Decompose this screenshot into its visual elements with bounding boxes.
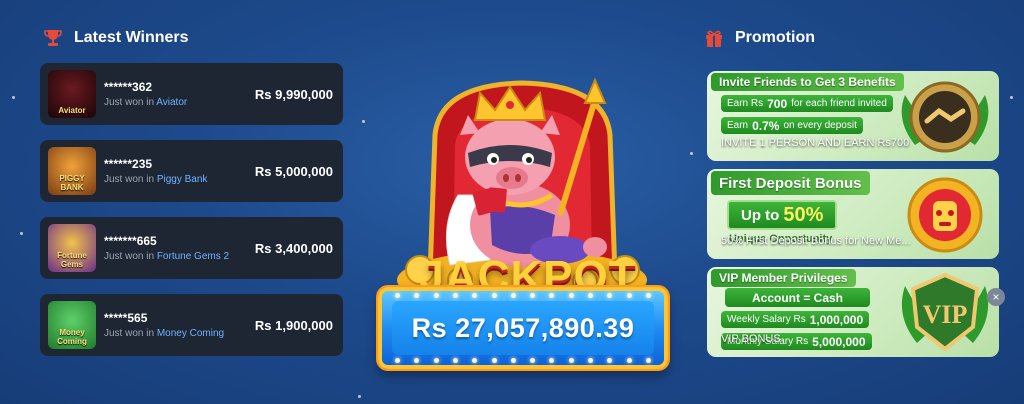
latest-winners-title: Latest Winners [74,29,189,46]
sparkle [20,232,23,235]
promo-card-vip[interactable]: VIP Member Privileges Account = Cash Wee… [707,267,999,357]
promo-caption: INVITE 1 PERSON AND EARN Rs700 [721,137,910,149]
gift-icon [703,27,725,49]
promo-caption: VIP BONUS [721,333,781,345]
winner-row[interactable]: PIGGY BANK ******235 Just won in Piggy B… [40,140,343,202]
promo-heading: VIP Member Privileges [711,269,856,287]
winner-username: *******665 [104,234,157,248]
winner-username: *****565 [104,311,148,325]
jackpot-amount: Rs 27,057,890.39 [392,301,654,355]
promo-card-invite[interactable]: Invite Friends to Get 3 Benefits Earn Rs… [707,71,999,161]
promo-vip-pill: Weekly Salary Rs 1,000,000 [721,311,870,328]
winner-subtitle: Just won in Money Coming [104,328,225,339]
aviator-game-thumbnail: Aviator [48,70,96,118]
thumb-label: Aviator [58,106,86,115]
promo-heading: First Deposit Bonus [711,171,870,195]
winner-subtitle: Just won in Piggy Bank [104,174,208,185]
win-amount: Rs 9,990,000 [254,86,333,102]
promotion-header: Promotion [703,27,815,49]
winner-subtitle: Just won in Aviator [104,97,188,108]
promo-benefit-pill: Earn 0.7% on every deposit [721,117,863,134]
game-name: Aviator [156,97,188,108]
close-icon[interactable]: × [987,288,1005,306]
promo-card-first-deposit[interactable]: First Deposit Bonus Up to 50% Unique Oppo… [707,169,999,259]
thumb-label: Money Coming [57,328,87,346]
sparkle [1010,96,1013,99]
thumb-label: Fortune Gems [57,251,87,269]
win-amount: Rs 3,400,000 [254,240,333,256]
money-coming-game-thumbnail: Money Coming [48,301,96,349]
winner-row[interactable]: Money Coming *****565 Just won in Money … [40,294,343,356]
sparkle [358,395,361,398]
promo-vip-pill: Account = Cash [725,288,870,307]
promo-caption: 50% First Deposit Bonus for New Me... [721,235,911,247]
win-amount: Rs 1,900,000 [254,317,333,333]
promo-benefit-pill: Earn Rs 700 for each friend invited [721,95,893,112]
game-name: Piggy Bank [156,174,208,185]
winner-username: ******362 [104,80,153,94]
sparkle [362,120,365,123]
svg-text:VIP: VIP [923,300,968,329]
promotion-title: Promotion [735,29,815,46]
marquee-lights [382,358,664,363]
promotion-list: Invite Friends to Get 3 Benefits Earn Rs… [707,71,999,365]
piggy-bank-game-thumbnail: PIGGY BANK [48,147,96,195]
winner-row[interactable]: Aviator ******362 Just won in Aviator Rs… [40,63,343,125]
game-name: Fortune Gems 2 [156,251,230,262]
game-name: Money Coming [156,328,225,339]
promo-heading: Invite Friends to Get 3 Benefits [711,73,904,91]
win-amount: Rs 5,000,000 [254,163,333,179]
marquee-lights [382,293,664,298]
sparkle [690,152,693,155]
trophy-icon [42,27,64,49]
winners-list: Aviator ******362 Just won in Aviator Rs… [40,63,343,371]
latest-winners-header: Latest Winners [42,27,189,49]
fortune-gems-game-thumbnail: Fortune Gems [48,224,96,272]
winner-username: ******235 [104,157,153,171]
winner-subtitle: Just won in Fortune Gems 2 [104,251,230,262]
promo-bonus-pill: Up to 50% [727,200,838,230]
sparkle [12,96,15,99]
jackpot-amount-panel: Rs 27,057,890.39 [378,287,668,369]
thumb-label: PIGGY BANK [59,174,85,192]
winner-row[interactable]: Fortune Gems *******665 Just won in Fort… [40,217,343,279]
